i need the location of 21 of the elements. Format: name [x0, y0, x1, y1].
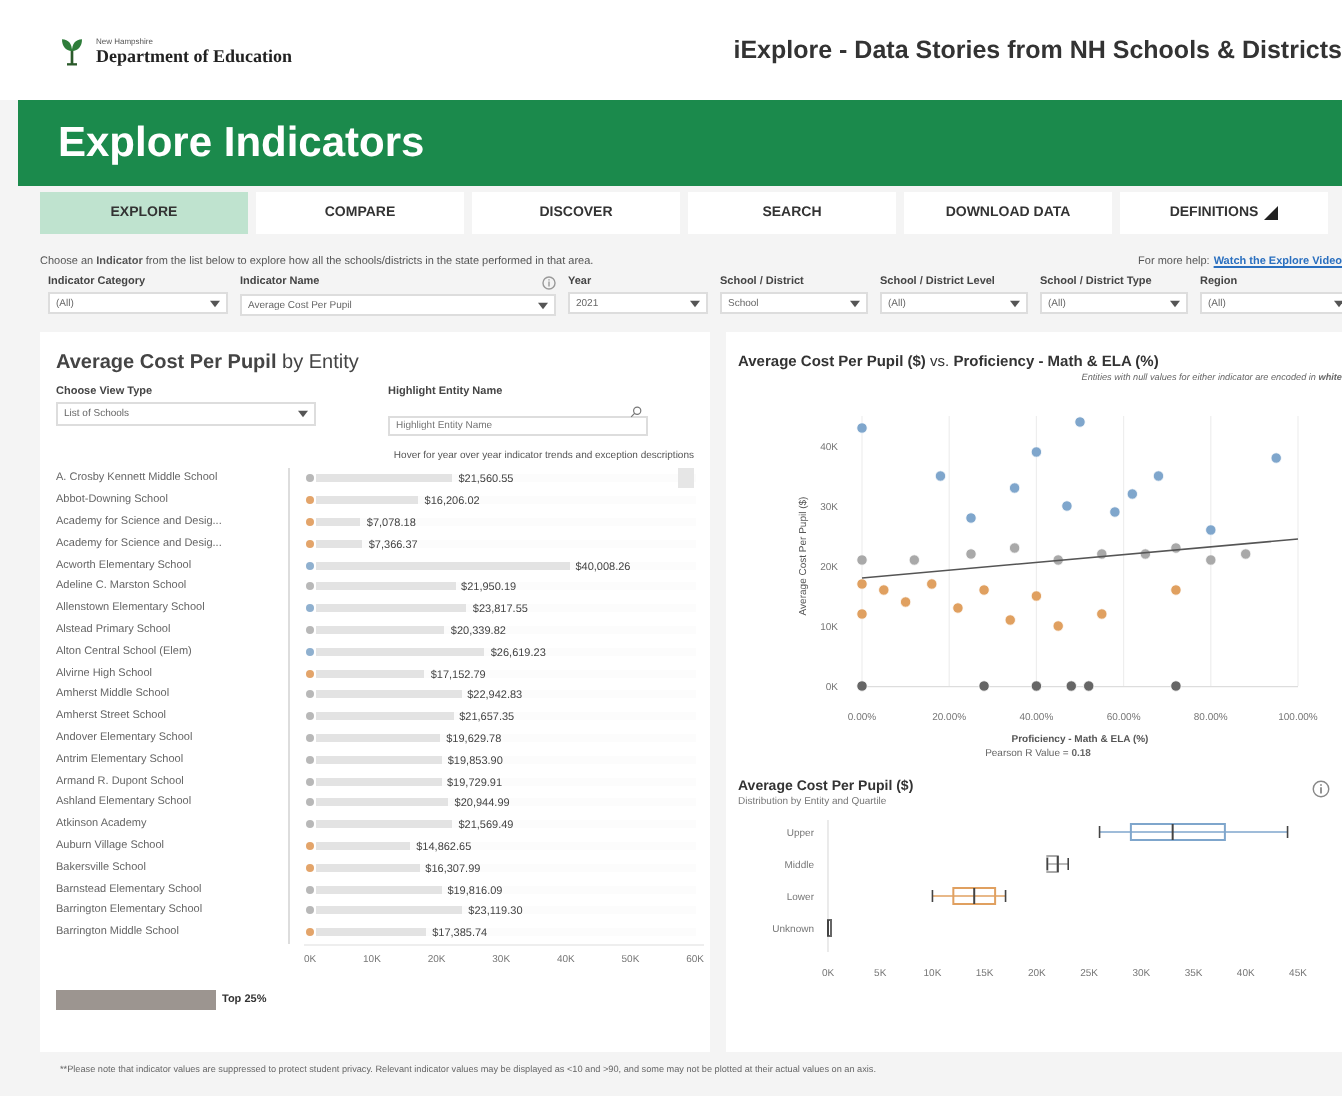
caret-icon	[1010, 299, 1020, 307]
scrollbar[interactable]	[678, 468, 694, 488]
search-icon	[630, 406, 642, 418]
caret-icon	[690, 299, 700, 307]
box-plot	[827, 919, 832, 937]
site-title: iExplore - Data Stories from NH Schools & Districts	[733, 36, 1342, 64]
panel-title: Average Cost Per Pupil by Entity	[56, 352, 361, 374]
caret-icon	[538, 301, 548, 309]
caret-icon	[210, 299, 220, 307]
box-plot	[1046, 855, 1069, 873]
corner-triangle-icon	[1264, 206, 1279, 220]
info-icon[interactable]	[542, 276, 556, 290]
caret-icon	[850, 299, 860, 307]
caret-icon	[1170, 299, 1180, 307]
page-title: Explore Indicators	[58, 119, 425, 167]
box-plot	[931, 887, 1007, 905]
info-icon[interactable]	[1312, 780, 1330, 798]
seedling-logo-icon	[60, 35, 84, 65]
caret-icon	[298, 410, 308, 418]
caret-icon	[1334, 299, 1342, 307]
org-name: Department of Education	[96, 45, 292, 65]
